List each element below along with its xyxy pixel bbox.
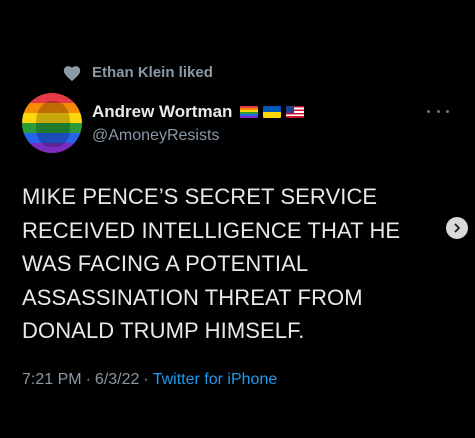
meta-separator: ·: [85, 371, 91, 388]
avatar[interactable]: [22, 93, 82, 153]
more-dot-icon: [427, 109, 430, 113]
tweet-card[interactable]: Ethan Klein liked Andrew Wortman @Amoney…: [0, 0, 475, 438]
tweet-date[interactable]: 6/3/22: [95, 370, 139, 390]
author-flags: [240, 106, 305, 118]
social-context: Ethan Klein liked: [62, 64, 213, 82]
tweet-text: MIKE PENCE’S SECRET SERVICE RECEIVED INT…: [22, 184, 401, 343]
tweet-time[interactable]: 7:21 PM: [22, 370, 82, 390]
meta-separator: ·: [143, 371, 149, 388]
author-display-name[interactable]: Andrew Wortman: [92, 102, 232, 122]
more-dot-icon: [446, 109, 449, 113]
us-flag-icon: [286, 106, 305, 118]
rainbow-flag-icon: [240, 106, 259, 118]
author-handle[interactable]: @AmoneyResists: [92, 126, 219, 146]
more-options-button[interactable]: [427, 104, 449, 118]
social-context-text[interactable]: Ethan Klein liked: [92, 64, 213, 82]
avatar-face: [36, 101, 70, 147]
next-slide-button[interactable]: [446, 217, 468, 239]
chevron-right-icon: [454, 223, 460, 233]
ukraine-flag-icon: [263, 106, 282, 118]
more-dot-icon: [436, 109, 440, 113]
author-name-row: Andrew Wortman: [92, 102, 305, 122]
tweet-source-link[interactable]: Twitter for iPhone: [153, 370, 278, 390]
tweet-meta: 7:21 PM · 6/3/22 · Twitter for iPhone: [22, 370, 277, 390]
heart-icon: [63, 66, 81, 82]
